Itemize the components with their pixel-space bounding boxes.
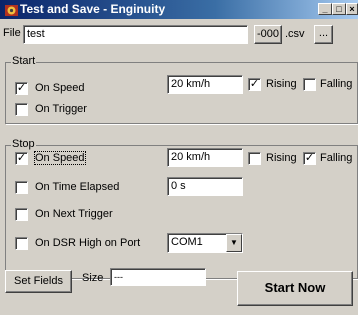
stop-speed-input[interactable]: 20 km/h	[167, 148, 243, 167]
stop-on-speed-checkbox[interactable]: ✓	[15, 152, 28, 165]
checkmark-icon: ✓	[16, 82, 27, 94]
port-select-value: COM1	[171, 236, 203, 248]
title-bar[interactable]: Test and Save - Enginuity _ □ ×	[0, 0, 358, 19]
app-icon	[5, 5, 18, 16]
start-rising-label: Rising	[266, 78, 297, 90]
close-button[interactable]: ×	[346, 3, 358, 15]
file-suffix-button[interactable]: -000	[254, 25, 282, 44]
browse-button[interactable]: ...	[314, 25, 333, 44]
chevron-down-icon[interactable]: ▼	[226, 234, 242, 252]
set-fields-button[interactable]: Set Fields	[5, 270, 72, 293]
checkmark-icon: ✓	[249, 78, 260, 90]
start-speed-input[interactable]: 20 km/h	[167, 75, 243, 94]
stop-on-dsr-label: On DSR High on Port	[35, 237, 141, 249]
stop-time-elapsed-input[interactable]: 0 s	[167, 177, 243, 196]
maximize-button[interactable]: □	[332, 3, 346, 15]
start-group-label: Start	[11, 55, 37, 67]
start-falling-checkbox[interactable]	[303, 78, 316, 91]
minimize-button[interactable]: _	[318, 3, 332, 15]
stop-on-time-elapsed-label: On Time Elapsed	[35, 181, 120, 193]
window-title: Test and Save - Enginuity	[20, 2, 166, 16]
stop-on-speed-label: On Speed	[34, 151, 86, 165]
start-on-trigger-label: On Trigger	[35, 103, 87, 115]
stop-group-label: Stop	[11, 138, 36, 150]
start-rising-checkbox[interactable]: ✓	[248, 78, 261, 91]
stop-on-time-elapsed-checkbox[interactable]	[15, 181, 28, 194]
stop-rising-label: Rising	[266, 152, 297, 164]
checkmark-icon: ✓	[304, 152, 315, 164]
start-on-trigger-checkbox[interactable]	[15, 103, 28, 116]
start-now-button[interactable]: Start Now	[237, 271, 353, 306]
start-falling-label: Falling	[320, 78, 353, 90]
stop-on-next-trigger-checkbox[interactable]	[15, 208, 28, 221]
stop-on-dsr-checkbox[interactable]	[15, 237, 28, 250]
size-value: ---	[110, 268, 206, 286]
checkmark-icon: ✓	[16, 152, 27, 164]
stop-falling-checkbox[interactable]: ✓	[303, 152, 316, 165]
stop-on-next-trigger-label: On Next Trigger	[35, 208, 113, 220]
stop-falling-label: Falling	[320, 152, 353, 164]
start-on-speed-label: On Speed	[35, 82, 85, 94]
size-label: Size	[82, 272, 104, 284]
stop-rising-checkbox[interactable]	[248, 152, 261, 165]
start-on-speed-checkbox[interactable]: ✓	[15, 82, 28, 95]
file-name-input[interactable]: test	[23, 25, 248, 44]
file-label: File	[3, 27, 21, 39]
file-extension: .csv	[285, 28, 305, 40]
